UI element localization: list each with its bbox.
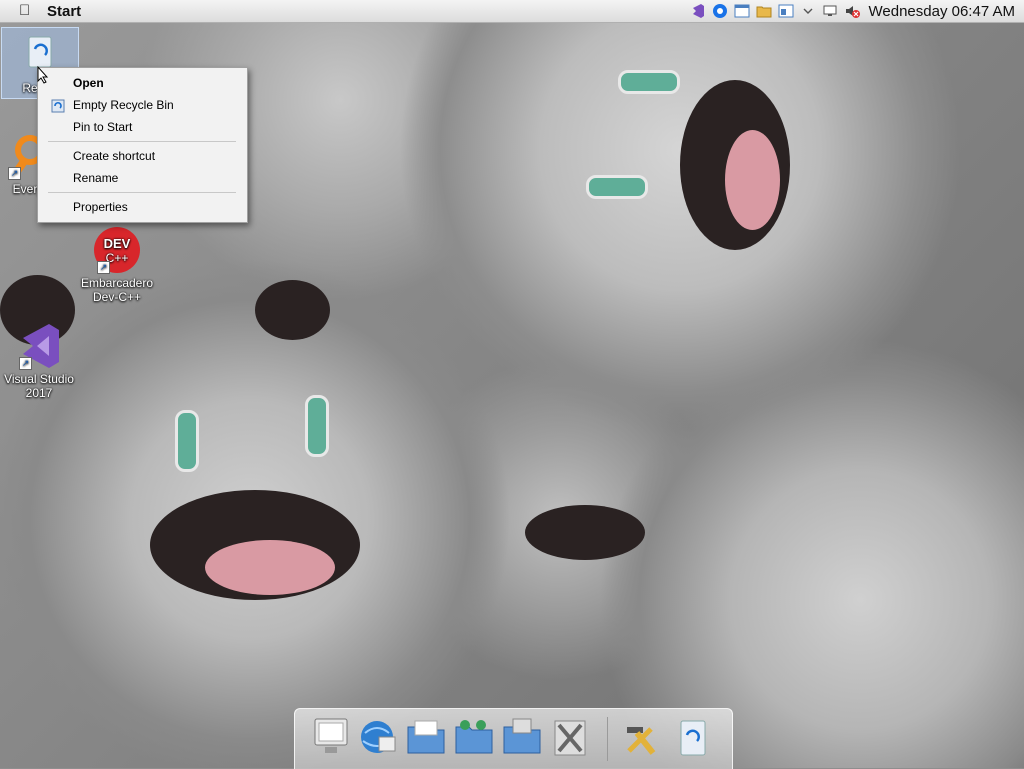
menu-item-label: Empty Recycle Bin [73, 98, 174, 112]
globe-icon[interactable] [357, 715, 399, 759]
desktop-icon-visual-studio[interactable]: ↗ Visual Studio 2017 [1, 322, 77, 400]
dock-separator [607, 717, 608, 761]
shortcut-arrow-icon: ↗ [19, 357, 32, 370]
folder-network-icon[interactable] [453, 715, 495, 759]
context-menu: Open Empty Recycle Bin Pin to Start Crea… [37, 67, 248, 223]
wallpaper-eye [618, 70, 680, 94]
shortcut-arrow-icon: ↗ [8, 167, 21, 180]
menu-item-properties[interactable]: Properties [38, 196, 247, 218]
visual-studio-icon[interactable] [690, 3, 706, 19]
system-tray: Wednesday 06:47 AM [687, 0, 1024, 22]
dock [294, 708, 733, 769]
recycle-bin-icon[interactable] [673, 715, 715, 759]
desktop-icon-dev-cpp[interactable]: DEV C++ ↗ Embarcadero Dev-C++ [79, 226, 155, 304]
menu-separator [48, 192, 236, 193]
window-icon[interactable] [734, 3, 750, 19]
hammer-wrench-icon[interactable] [621, 715, 663, 759]
menu-item-rename[interactable]: Rename [38, 167, 247, 189]
menu-item-empty-recycle-bin[interactable]: Empty Recycle Bin [38, 94, 247, 116]
mouse-cursor-icon [37, 65, 49, 84]
menu-item-pin-to-start[interactable]: Pin to Start [38, 116, 247, 138]
tools-icon[interactable] [549, 715, 591, 759]
chrome-icon[interactable] [712, 3, 728, 19]
wallpaper-eye [586, 175, 648, 199]
menu-item-open[interactable]: Open [38, 72, 247, 94]
folder-documents-icon[interactable] [405, 715, 447, 759]
menu-item-create-shortcut[interactable]: Create shortcut [38, 145, 247, 167]
wallpaper-tongue [205, 540, 335, 595]
chevron-down-icon[interactable] [800, 3, 816, 19]
speaker-muted-icon[interactable] [844, 3, 860, 19]
desktop-icon-label: Embarcadero Dev-C++ [80, 276, 154, 304]
wallpaper-tongue [725, 130, 780, 230]
folder-drive-icon[interactable] [501, 715, 543, 759]
monitor-icon[interactable] [311, 715, 353, 759]
network-icon[interactable] [822, 3, 838, 19]
shortcut-arrow-icon: ↗ [97, 261, 110, 274]
window-icon[interactable] [778, 3, 794, 19]
wallpaper-eye [305, 395, 329, 457]
top-menubar:  Start Wednesday 06:47 AM [0, 0, 1024, 23]
recycle-shield-icon [51, 98, 65, 113]
menu-separator [48, 141, 236, 142]
wallpaper-mouth [255, 280, 330, 340]
wallpaper-mouth [525, 505, 645, 560]
folder-icon[interactable] [756, 3, 772, 19]
clock[interactable]: Wednesday 06:47 AM [869, 3, 1015, 20]
svg-text:DEV: DEV [104, 236, 131, 251]
dev-cpp-icon: DEV C++ ↗ [93, 226, 141, 274]
visual-studio-icon: ↗ [15, 322, 63, 370]
desktop-icon-label: Visual Studio 2017 [4, 372, 74, 400]
wallpaper-eye [175, 410, 199, 472]
